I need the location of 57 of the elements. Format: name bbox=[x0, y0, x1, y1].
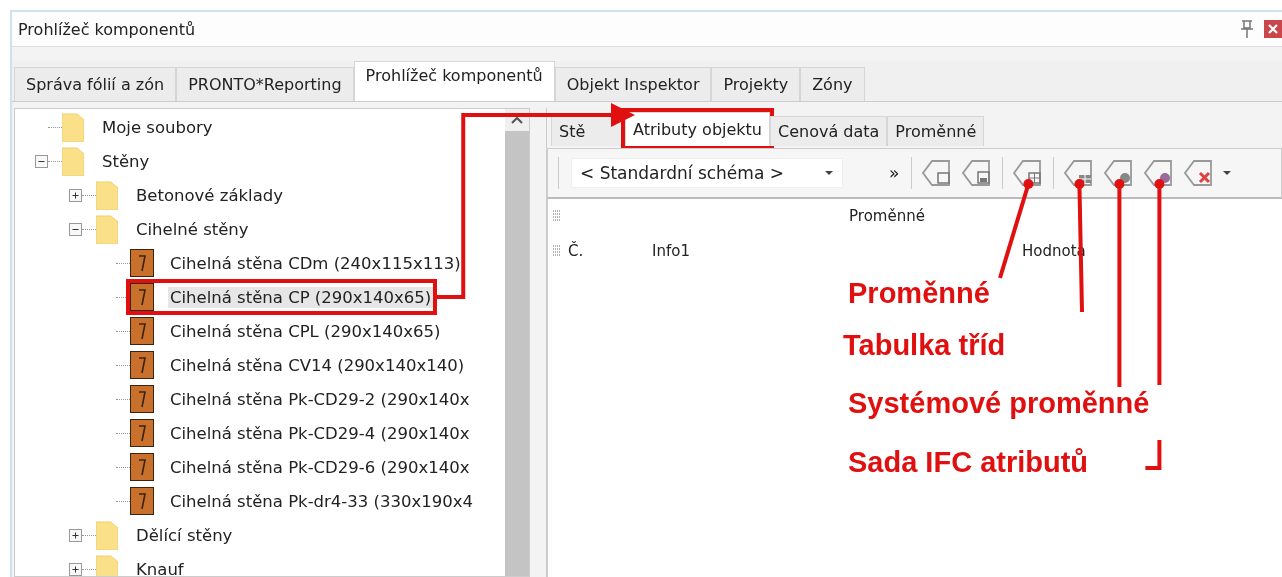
brick-icon bbox=[130, 317, 154, 345]
brick-icon bbox=[130, 351, 154, 379]
tab[interactable]: Proměnné bbox=[887, 116, 985, 146]
annotation-label: Tabulka tříd bbox=[843, 330, 1006, 362]
folder-icon bbox=[96, 180, 118, 210]
column-header[interactable]: Info1 bbox=[652, 242, 1022, 260]
tab[interactable]: Cenová data bbox=[770, 116, 888, 146]
tree-item[interactable]: Betonové základy bbox=[134, 184, 285, 206]
folder-icon bbox=[62, 112, 84, 142]
group-header: Proměnné bbox=[848, 207, 926, 225]
caret-icon[interactable] bbox=[1222, 170, 1233, 176]
tab[interactable]: PRONTO*Reporting bbox=[176, 67, 354, 101]
brick-icon bbox=[130, 419, 154, 447]
column-header[interactable]: Č. bbox=[562, 242, 652, 260]
collapse-icon[interactable] bbox=[35, 154, 48, 168]
tab[interactable]: Správa fólií a zón bbox=[14, 67, 177, 101]
window-title: Prohlížeč komponentů bbox=[18, 19, 197, 39]
expand-icon[interactable] bbox=[69, 528, 82, 542]
folder-icon bbox=[62, 146, 84, 176]
tree-item[interactable]: Cihelná stěna Pk-CD29-6 (290x140x bbox=[168, 456, 472, 478]
tab[interactable]: Projekty bbox=[711, 67, 801, 101]
scrollbar[interactable] bbox=[505, 109, 529, 576]
tree-item[interactable]: Knauf bbox=[134, 558, 186, 576]
tree-item[interactable]: Cihelné stěny bbox=[134, 218, 251, 240]
tab[interactable]: Prohlížeč komponentů bbox=[353, 61, 555, 101]
folder-icon bbox=[96, 520, 118, 550]
leader-line bbox=[1145, 440, 1162, 470]
tree-item[interactable]: Cihelná stěna Pk-CD29-2 (290x140x bbox=[168, 388, 472, 410]
tab[interactable]: Objekt Inspektor bbox=[554, 67, 712, 101]
brick-icon bbox=[130, 385, 154, 413]
tree-item[interactable]: Cihelná stěna CP (290x140x65) bbox=[168, 286, 434, 308]
tab[interactable]: Zóny bbox=[800, 67, 865, 101]
tree-item[interactable]: Cihelná stěna CDm (240x115x113) bbox=[168, 252, 463, 274]
expand-icon[interactable] bbox=[69, 188, 82, 202]
annotation-label: Systémové proměnné bbox=[848, 388, 1150, 420]
pin-icon[interactable] bbox=[1238, 19, 1256, 39]
tree-item[interactable]: Dělící stěny bbox=[134, 524, 235, 546]
brick-icon bbox=[130, 249, 154, 277]
folder-icon bbox=[96, 214, 118, 244]
expand-icon[interactable] bbox=[69, 562, 82, 576]
tree-item[interactable]: Cihelná stěna Pk-dr4-33 (330x190x4 bbox=[168, 490, 475, 512]
tree-item[interactable]: Cihelná stěna Pk-CD29-4 (290x140x bbox=[168, 422, 472, 444]
tree-item[interactable]: Stěny bbox=[100, 150, 152, 172]
folder-icon bbox=[96, 554, 118, 576]
brick-icon bbox=[130, 283, 154, 311]
scroll-up-icon[interactable] bbox=[511, 116, 523, 124]
annotation-label: Proměnné bbox=[848, 278, 990, 310]
brick-icon bbox=[130, 487, 154, 515]
overflow-button[interactable]: » bbox=[885, 163, 904, 183]
annotation-label: Sada IFC atributů bbox=[848, 447, 1089, 479]
tree-item[interactable]: Cihelná stěna CV14 (290x140x140) bbox=[168, 354, 467, 376]
schema-dropdown[interactable]: < Standardní schéma > bbox=[571, 158, 843, 188]
brick-icon bbox=[130, 453, 154, 481]
tree-item[interactable]: Moje soubory bbox=[100, 116, 215, 138]
caret-icon[interactable] bbox=[824, 170, 834, 176]
tree-item[interactable]: Cihelná stěna CPL (290x140x65) bbox=[168, 320, 443, 342]
collapse-icon[interactable] bbox=[69, 222, 82, 236]
